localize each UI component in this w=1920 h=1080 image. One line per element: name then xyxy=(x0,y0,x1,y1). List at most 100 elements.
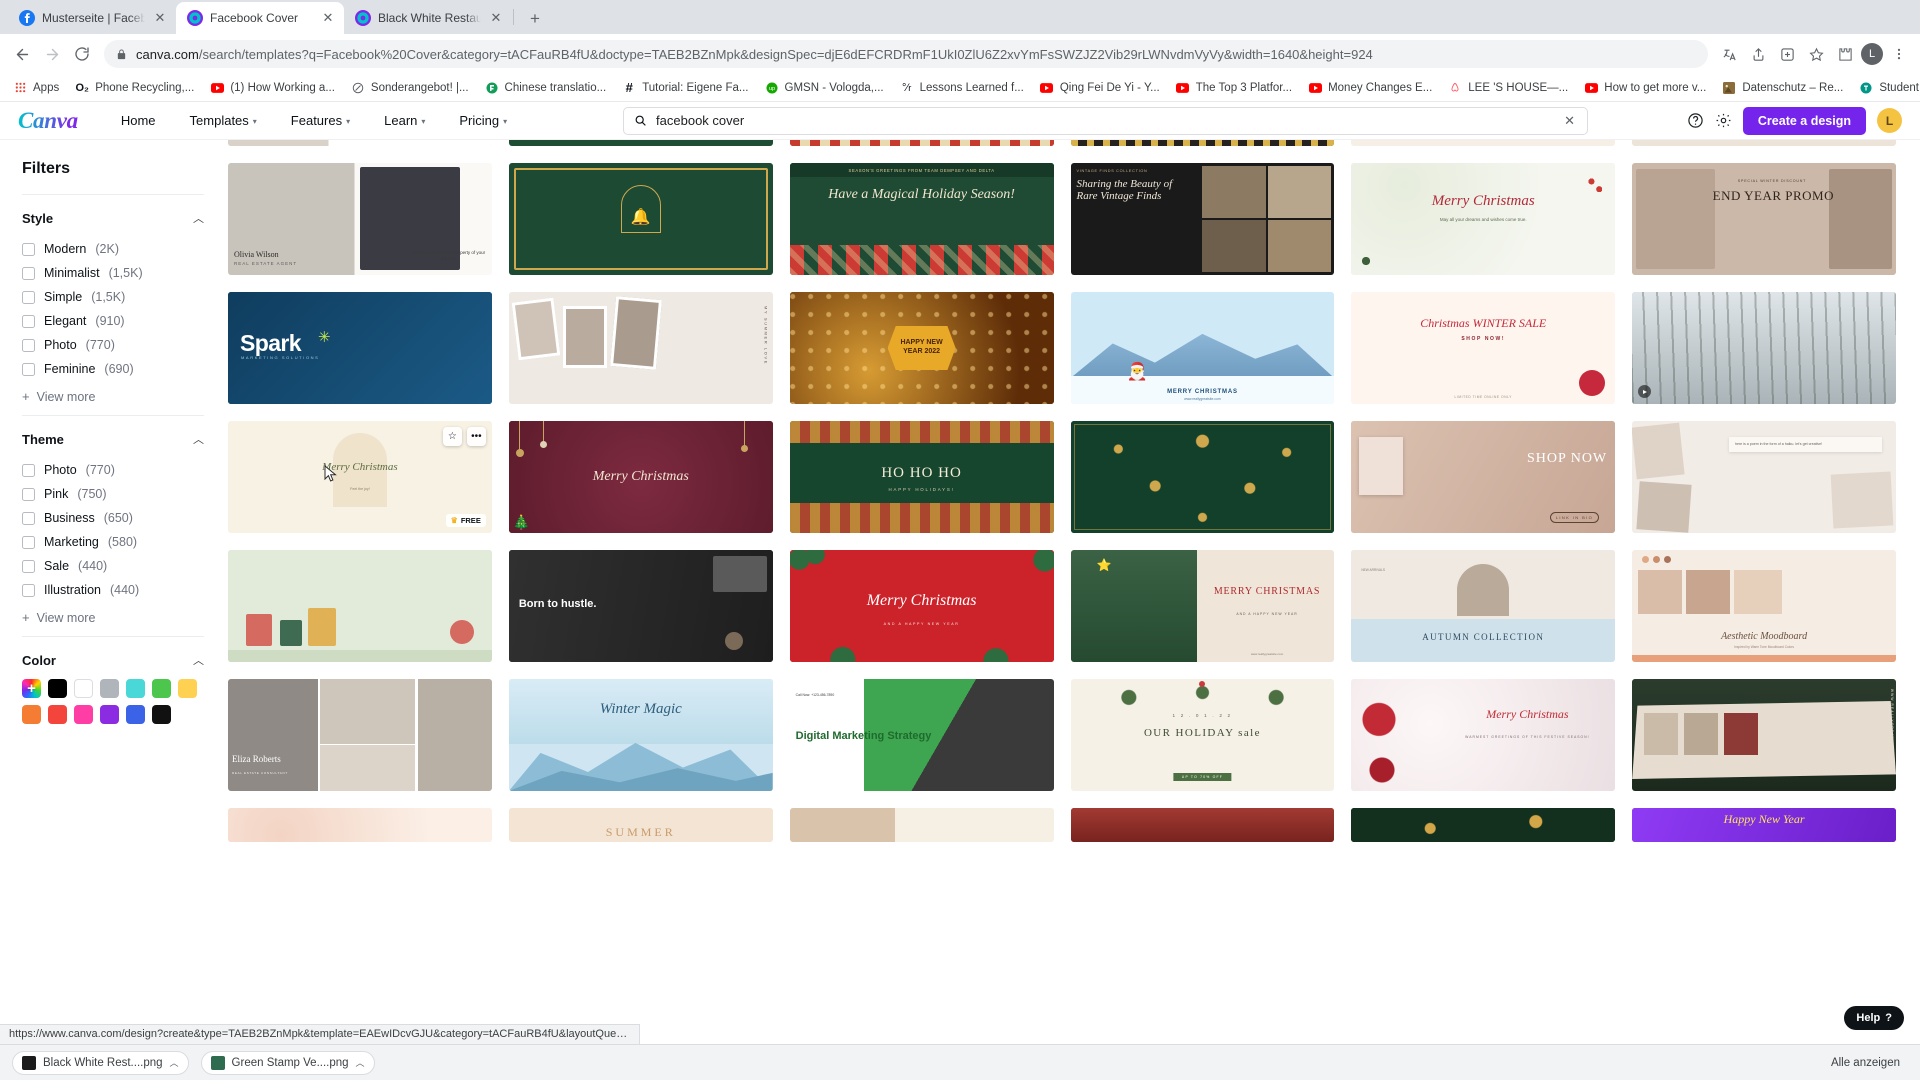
template-card[interactable]: Olivia Wilson REAL ESTATE AGENT Helping … xyxy=(228,163,492,275)
browser-tab[interactable]: Black White Restaurant Typogr ✕ xyxy=(344,2,512,34)
template-card[interactable]: Merry Christmas WARMEST GREETINGS OF THI… xyxy=(1351,679,1616,791)
template-card[interactable] xyxy=(1351,808,1616,842)
template-card[interactable]: Merry Christmas 🎄 xyxy=(508,421,773,533)
template-card[interactable]: Merry Christmas AND A HAPPY NEW YEAR xyxy=(789,550,1054,662)
filter-option-pink[interactable]: Pink (750) xyxy=(22,482,228,506)
close-icon[interactable]: ✕ xyxy=(488,10,504,26)
template-card[interactable]: SUMMER xyxy=(508,808,773,842)
bookmark-item[interactable]: Money Changes E... xyxy=(1301,78,1439,98)
template-card[interactable]: WWW.REALLYGREATSITE.COM xyxy=(1632,679,1896,791)
bookmark-item[interactable]: The Top 3 Platfor... xyxy=(1169,78,1299,98)
checkbox[interactable] xyxy=(22,463,35,477)
bookmark-star-icon[interactable] xyxy=(1803,41,1829,67)
bookmark-item[interactable]: Datenschutz – Re... xyxy=(1715,78,1850,98)
nav-item-learn[interactable]: Learn ▾ xyxy=(367,107,442,134)
bookmark-item[interactable]: up GMSN - Vologda,... xyxy=(758,78,891,98)
bookmark-item[interactable]: LEE 'S HOUSE—... xyxy=(1441,78,1575,98)
bookmark-item[interactable]: O₂ Phone Recycling,... xyxy=(68,78,201,98)
filter-option-marketing[interactable]: Marketing (580) xyxy=(22,530,228,554)
search-input[interactable]: facebook cover xyxy=(656,113,1555,128)
template-card[interactable]: Aesthetic Moodboard Inspired by Warm Ton… xyxy=(1632,550,1896,662)
template-card[interactable] xyxy=(1070,140,1335,146)
template-card[interactable]: 🔔 xyxy=(508,163,773,275)
bookmark-item[interactable]: # Tutorial: Eigene Fa... xyxy=(615,78,755,98)
template-card[interactable]: SPECIAL WINTER DISCOUNT END YEAR PROMO xyxy=(1632,163,1896,275)
template-card[interactable] xyxy=(1070,808,1335,842)
filter-option-business[interactable]: Business (650) xyxy=(22,506,228,530)
gear-icon[interactable] xyxy=(1715,112,1732,129)
chevron-up-icon[interactable]: ︿ xyxy=(193,210,204,226)
checkbox[interactable] xyxy=(22,583,35,597)
favorite-star-icon[interactable]: ☆ xyxy=(442,427,462,446)
template-card[interactable]: Call Now: +123-456-7890 Digital Marketin… xyxy=(789,679,1054,791)
checkbox[interactable] xyxy=(22,362,35,376)
color-swatch-orange[interactable] xyxy=(22,705,41,724)
color-swatch-green[interactable] xyxy=(152,679,171,698)
filter-option-modern[interactable]: Modern (2K) xyxy=(22,237,228,261)
chevron-up-icon[interactable]: ︿ xyxy=(193,431,204,447)
nav-item-pricing[interactable]: Pricing ▾ xyxy=(442,107,524,134)
nav-item-features[interactable]: Features ▾ xyxy=(274,107,367,134)
template-card[interactable]: Christmas WINTER SALE SHOP NOW! LIMITED … xyxy=(1351,292,1616,404)
template-card[interactable]: Born to hustle. xyxy=(508,550,773,662)
filter-group-header[interactable]: Theme ︿ xyxy=(22,431,204,447)
template-card[interactable]: ⭐ MERRY CHRISTMAS AND A HAPPY NEW YEAR w… xyxy=(1070,550,1335,662)
color-swatch-pink[interactable] xyxy=(74,705,93,724)
help-circle-icon[interactable] xyxy=(1687,112,1704,129)
help-widget-button[interactable]: Help ? xyxy=(1844,1006,1904,1030)
nav-item-home[interactable]: Home xyxy=(104,107,173,134)
template-card[interactable]: Eliza Roberts REAL ESTATE CONSULTANT xyxy=(228,679,492,791)
template-card[interactable]: HO HO HO HAPPY HOLIDAYS! xyxy=(789,421,1054,533)
template-card[interactable]: Happy New Year xyxy=(1632,808,1896,842)
template-card[interactable]: Merry Christmas May all your dreams and … xyxy=(1351,163,1616,275)
search-box[interactable]: facebook cover ✕ xyxy=(623,106,1589,135)
back-arrow-icon[interactable] xyxy=(8,40,36,68)
color-swatch-dark[interactable] xyxy=(152,705,171,724)
checkbox[interactable] xyxy=(22,314,35,328)
template-results-grid-area[interactable]: Olivia Wilson REAL ESTATE AGENT Helping … xyxy=(228,140,1920,1044)
color-swatch-red[interactable] xyxy=(48,705,67,724)
view-more-style-button[interactable]: + View more xyxy=(22,381,228,407)
checkbox[interactable] xyxy=(22,242,35,256)
filter-option-photo[interactable]: Photo (770) xyxy=(22,333,228,357)
create-a-design-button[interactable]: Create a design xyxy=(1742,106,1866,135)
filter-option-photo[interactable]: Photo (770) xyxy=(22,458,228,482)
bookmark-item[interactable]: How to get more v... xyxy=(1577,78,1713,98)
bookmark-item[interactable]: Sonderangebot! |... xyxy=(344,78,476,98)
template-card[interactable] xyxy=(1632,292,1896,404)
close-icon[interactable]: ✕ xyxy=(152,10,168,26)
template-card[interactable] xyxy=(789,808,1054,842)
template-card[interactable] xyxy=(228,550,492,662)
checkbox[interactable] xyxy=(22,535,35,549)
filter-option-illustration[interactable]: Illustration (440) xyxy=(22,578,228,602)
color-swatch-black[interactable] xyxy=(48,679,67,698)
checkbox[interactable] xyxy=(22,290,35,304)
filter-option-sale[interactable]: Sale (440) xyxy=(22,554,228,578)
extensions-icon[interactable] xyxy=(1832,41,1858,67)
download-item[interactable]: Black White Rest....png ︿ xyxy=(12,1050,189,1075)
bookmark-item[interactable]: Student Wants an... xyxy=(1852,78,1920,98)
color-swatch-white[interactable] xyxy=(74,679,93,698)
filter-option-feminine[interactable]: Feminine (690) xyxy=(22,357,228,381)
browser-tab-active[interactable]: Facebook Cover ✕ xyxy=(176,2,344,34)
template-card[interactable]: Spark ✳ MARKETING SOLUTIONS xyxy=(228,292,492,404)
user-avatar[interactable]: L xyxy=(1877,108,1902,133)
template-card-hovered[interactable]: Merry Christmas Feel the joy! ☆ ••• ♛ FRE… xyxy=(228,421,492,533)
color-swatch-custom[interactable] xyxy=(22,679,41,698)
template-card[interactable]: here is a poem in the form of a haiku. l… xyxy=(1632,421,1896,533)
chevron-up-icon[interactable]: ︿ xyxy=(356,1056,365,1069)
template-card[interactable] xyxy=(1351,140,1616,146)
filter-group-header[interactable]: Color ︿ xyxy=(22,652,204,668)
checkbox[interactable] xyxy=(22,487,35,501)
new-tab-button[interactable]: + xyxy=(521,4,549,32)
chevron-up-icon[interactable]: ︿ xyxy=(193,652,204,668)
color-swatch-cyan[interactable] xyxy=(126,679,145,698)
bookmark-item[interactable]: (1) How Working a... xyxy=(203,78,342,98)
checkbox[interactable] xyxy=(22,338,35,352)
bookmark-item[interactable]: °⁄ r Lessons Learned f... xyxy=(893,78,1031,98)
canva-logo[interactable]: Canva xyxy=(18,108,78,134)
chevron-up-icon[interactable]: ︿ xyxy=(170,1056,179,1069)
filter-option-minimalist[interactable]: Minimalist (1,5K) xyxy=(22,261,228,285)
profile-avatar[interactable]: L xyxy=(1861,43,1883,65)
browser-tab[interactable]: Musterseite | Facebook ✕ xyxy=(8,2,176,34)
